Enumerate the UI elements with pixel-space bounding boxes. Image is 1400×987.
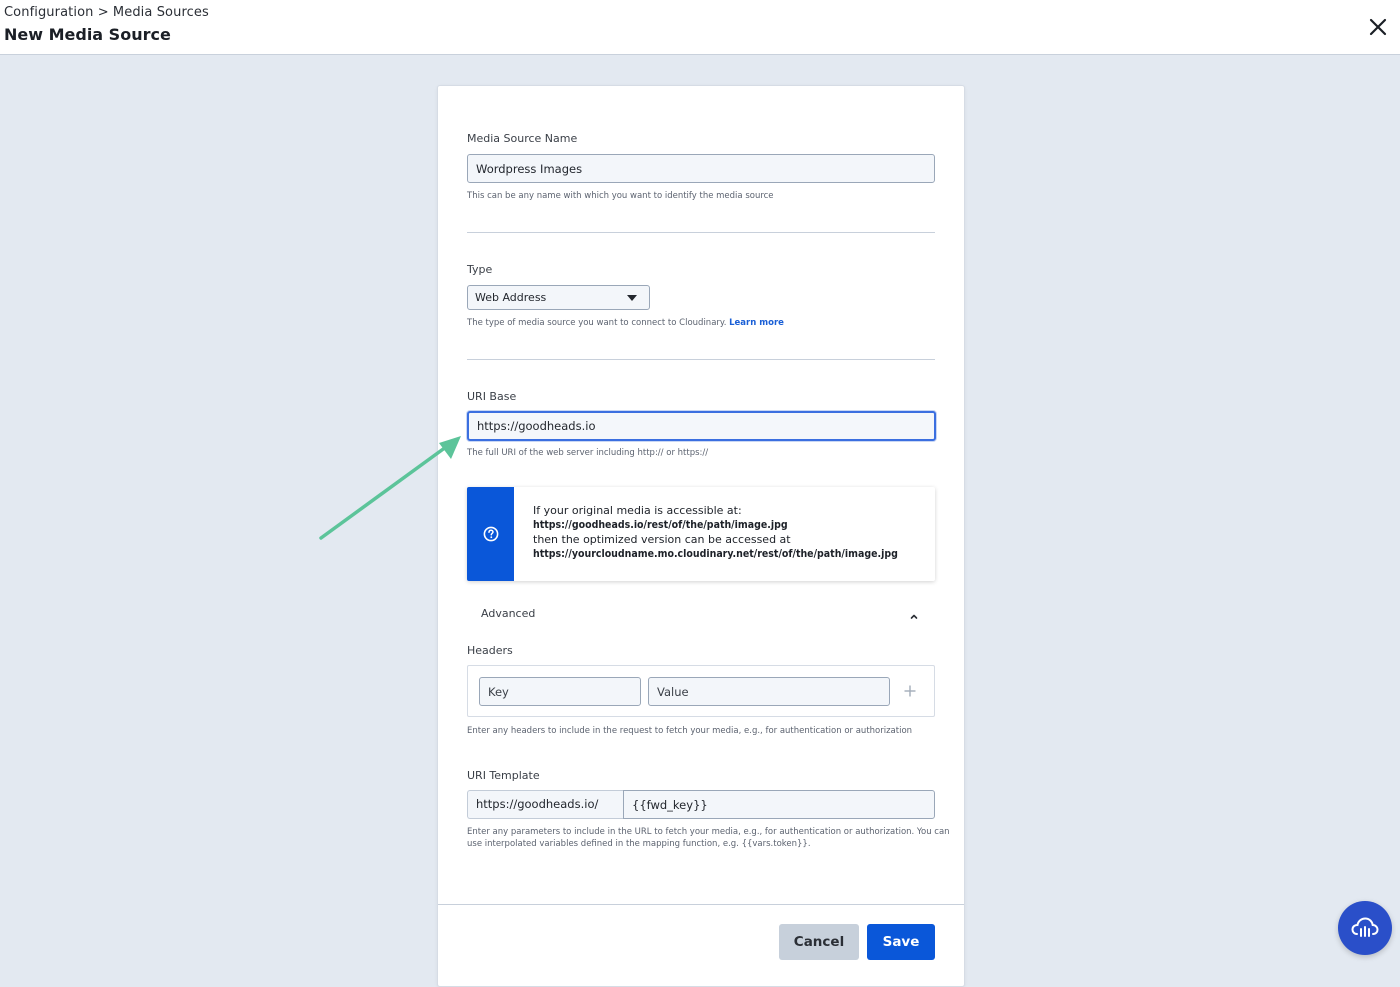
close-icon [1369,18,1387,36]
plus-icon [904,685,916,697]
info-bar [467,487,514,581]
top-bar: Configuration > Media Sources New Media … [0,0,1400,55]
uri-base-label: URI Base [467,390,517,403]
cancel-button[interactable]: Cancel [779,924,859,960]
uri-base-help: The full URI of the web server including… [467,448,709,458]
media-source-name-help: This can be any name with which you want… [467,191,774,201]
footer-divider [438,904,964,905]
caret-down-icon [627,295,637,301]
info-optimized-url: https://yourcloudname.mo.cloudinary.net/… [533,548,898,560]
cloud-icon [1351,917,1379,937]
header-key-input[interactable] [479,677,641,706]
learn-more-link[interactable]: Learn more [729,318,784,328]
divider [467,232,935,233]
uri-template-input[interactable] [623,790,935,819]
media-source-form-card: Media Source Name This can be any name w… [437,85,965,987]
headers-label: Headers [467,644,513,657]
page-title: New Media Source [4,25,171,44]
type-select-value: Web Address [475,291,547,304]
type-label: Type [467,263,493,276]
info-line: If your original media is accessible at: [533,504,742,517]
uri-template-prefix: https://goodheads.io/ [467,790,623,819]
info-line: then the optimized version can be access… [533,533,791,546]
headers-help: Enter any headers to include in the requ… [467,726,913,736]
uri-template-help: Enter any parameters to include in the U… [467,827,950,837]
media-source-name-label: Media Source Name [467,132,578,145]
divider [467,359,935,360]
headers-row [467,665,935,717]
type-help-text: The type of media source you want to con… [467,318,727,328]
uri-template-help: use interpolated variables defined in th… [467,839,811,849]
type-help: The type of media source you want to con… [467,318,784,328]
cloudinary-support-button[interactable] [1338,901,1392,955]
close-button[interactable] [1364,13,1392,41]
breadcrumb[interactable]: Configuration > Media Sources [4,5,209,20]
advanced-toggle[interactable] [908,607,920,619]
uri-base-input[interactable] [467,411,936,441]
save-button[interactable]: Save [867,924,935,960]
uri-template-label: URI Template [467,769,540,782]
help-circle-icon [483,526,499,542]
add-header-button[interactable] [903,683,917,697]
header-value-input[interactable] [648,677,890,706]
advanced-toggle-label[interactable]: Advanced [481,607,535,620]
media-source-name-input[interactable] [467,154,935,183]
chevron-up-icon [910,614,918,619]
info-original-url: https://goodheads.io/rest/of/the/path/im… [533,519,788,531]
info-box: If your original media is accessible at:… [467,487,935,581]
type-select[interactable]: Web Address [467,285,650,310]
